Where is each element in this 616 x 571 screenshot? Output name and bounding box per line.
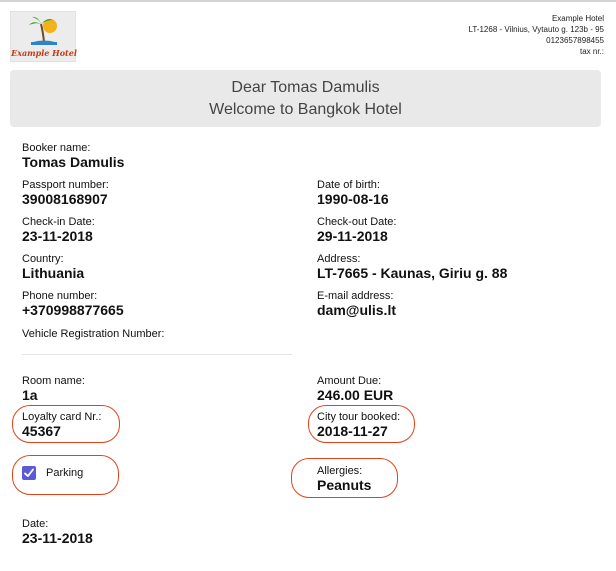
loyalty-value: 45367 bbox=[22, 423, 61, 439]
room-value: 1a bbox=[22, 387, 38, 403]
checkin-field: Check-in Date: 23-11-2018 bbox=[22, 216, 95, 244]
date-value: 23-11-2018 bbox=[22, 530, 93, 546]
booker-label: Booker name: bbox=[22, 142, 91, 154]
phone-value: +370998877665 bbox=[22, 302, 124, 318]
checkin-label: Check-in Date: bbox=[22, 216, 95, 228]
address-value: LT-7665 - Kaunas, Giriu g. 88 bbox=[317, 265, 508, 281]
address-field: Address: LT-7665 - Kaunas, Giriu g. 88 bbox=[317, 253, 507, 281]
company-info: Example Hotel LT-1268 - Vilnius, Vytauto… bbox=[469, 13, 605, 57]
country-value: Lithuania bbox=[22, 265, 85, 281]
country-field: Country: Lithuania bbox=[22, 253, 84, 281]
citytour-value: 2018-11-27 bbox=[317, 423, 388, 439]
hotel-logo: Example Hotel bbox=[10, 11, 77, 62]
citytour-label: City tour booked: bbox=[317, 411, 401, 423]
passport-label: Passport number: bbox=[22, 179, 109, 191]
checkout-field: Check-out Date: 29-11-2018 bbox=[317, 216, 396, 244]
phone-field: Phone number: +370998877665 bbox=[22, 290, 124, 318]
passport-value: 39008168907 bbox=[22, 191, 108, 207]
logo-text: Example Hotel bbox=[11, 48, 77, 58]
loyalty-label: Loyalty card Nr.: bbox=[22, 411, 102, 423]
company-phone: 0123657898455 bbox=[546, 36, 604, 45]
checkmark-icon bbox=[24, 468, 34, 477]
passport-field: Passport number: 39008168907 bbox=[22, 179, 109, 207]
citytour-field: City tour booked: 2018-11-27 bbox=[317, 411, 400, 439]
dob-value: 1990-08-16 bbox=[317, 191, 389, 207]
vehicle-label: Vehicle Registration Number: bbox=[22, 328, 165, 340]
company-name: Example Hotel bbox=[551, 14, 604, 23]
loyalty-field: Loyalty card Nr.: 45367 bbox=[22, 411, 101, 439]
amount-value: 246.00 EUR bbox=[317, 387, 394, 403]
welcome-banner: Dear Tomas Damulis Welcome to Bangkok Ho… bbox=[10, 70, 601, 127]
checkin-value: 23-11-2018 bbox=[22, 228, 93, 244]
welcome-hotel: Welcome to Bangkok Hotel bbox=[209, 101, 402, 118]
checkout-label: Check-out Date: bbox=[317, 216, 397, 228]
amount-field: Amount Due: 246.00 EUR bbox=[317, 375, 393, 403]
checkout-value: 29-11-2018 bbox=[317, 228, 388, 244]
dob-field: Date of birth: 1990-08-16 bbox=[317, 179, 389, 207]
phone-label: Phone number: bbox=[22, 290, 98, 302]
booker-value: Tomas Damulis bbox=[22, 154, 125, 170]
section-divider bbox=[22, 354, 292, 355]
parking-checkbox[interactable] bbox=[22, 466, 36, 480]
room-field: Room name: 1a bbox=[22, 375, 85, 403]
booker-field: Booker name: Tomas Damulis bbox=[22, 142, 124, 170]
dob-label: Date of birth: bbox=[317, 179, 380, 191]
date-field: Date: 23-11-2018 bbox=[22, 518, 93, 546]
allergies-field: Allergies: Peanuts bbox=[317, 465, 371, 493]
amount-label: Amount Due: bbox=[317, 375, 382, 387]
welcome-greeting: Dear Tomas Damulis bbox=[231, 79, 380, 96]
allergies-value: Peanuts bbox=[317, 477, 372, 493]
email-field: E-mail address: dam@ulis.lt bbox=[317, 290, 396, 318]
top-rule bbox=[0, 0, 616, 2]
company-tax: tax nr.: bbox=[579, 47, 604, 56]
parking-label: Parking bbox=[46, 467, 84, 479]
palm-sun-logo-icon bbox=[29, 16, 57, 45]
country-label: Country: bbox=[22, 253, 64, 265]
date-label: Date: bbox=[22, 518, 49, 530]
room-label: Room name: bbox=[22, 375, 85, 387]
email-value: dam@ulis.lt bbox=[317, 302, 396, 318]
email-label: E-mail address: bbox=[317, 290, 394, 302]
address-label: Address: bbox=[317, 253, 361, 265]
allergies-label: Allergies: bbox=[317, 465, 363, 477]
company-address: LT-1268 - Vilnius, Vytauto g. 123b - 95 bbox=[468, 25, 605, 34]
